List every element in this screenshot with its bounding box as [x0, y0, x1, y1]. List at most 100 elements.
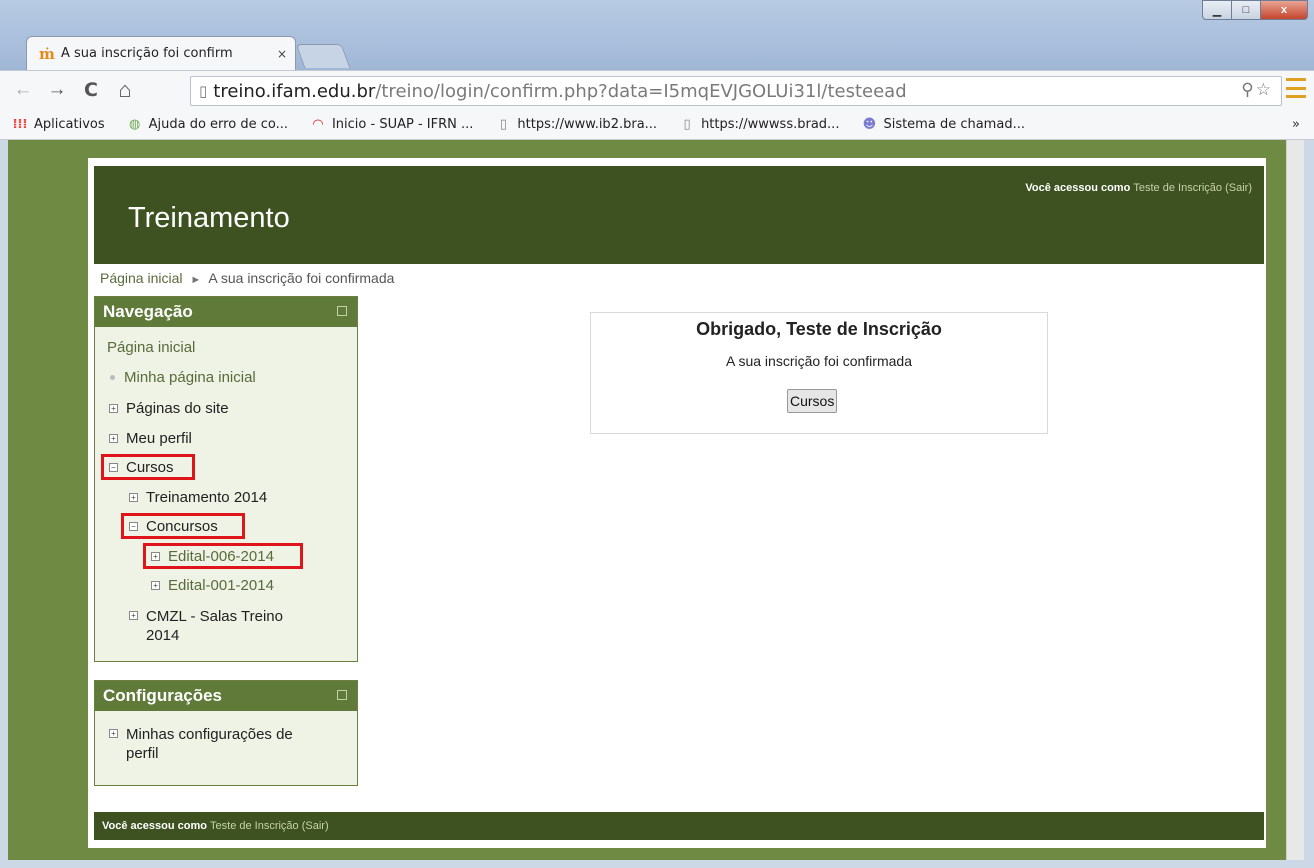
- page-icon: ▯: [683, 117, 691, 132]
- site-footer: Você acessou como Teste de Inscrição (Sa…: [94, 812, 1264, 840]
- settings-block-header: Configurações: [95, 681, 357, 711]
- nav-item-label: Treinamento 2014: [146, 489, 268, 506]
- highlight-box-contests: [121, 513, 245, 539]
- bookmark-item[interactable]: ⁞⁞⁞ Aplicativos: [12, 117, 105, 132]
- bookmark-item[interactable]: ◠ Inicio - SUAP - IFRN ...: [310, 117, 473, 132]
- browser-toolbar: ← → C ⌂ ▯ treino.ifam.edu.br/treino/logi…: [0, 70, 1314, 110]
- footer-user-link[interactable]: Teste de Inscrição: [210, 820, 299, 832]
- highlight-box-edital-006: [143, 543, 303, 569]
- settings-item-label-line1: Minhas configurações de: [126, 726, 293, 743]
- login-info: Você acessou como Teste de Inscrição (Sa…: [1025, 182, 1252, 194]
- nav-item-label-line1: CMZL - Salas Treino: [146, 608, 283, 625]
- tab-title: A sua inscrição foi confirm: [61, 46, 233, 61]
- logout-close: ): [1248, 182, 1252, 194]
- menu-icon[interactable]: [1286, 78, 1306, 98]
- footer-login-prefix: Você acessou como: [102, 820, 207, 832]
- bookmark-item[interactable]: ▯ https://www.ib2.bra...: [495, 117, 657, 132]
- bullet-icon: [110, 375, 115, 380]
- bookmark-label: Sistema de chamad...: [883, 117, 1025, 132]
- courses-button[interactable]: Cursos: [787, 389, 838, 413]
- url-path: /treino/login/confirm.php?data=I5mqEVJGO…: [375, 80, 907, 102]
- bookmark-label: https://wwwss.brad...: [701, 117, 840, 132]
- site-name[interactable]: Treinamento: [128, 202, 290, 235]
- nav-item-label-line2: 2014: [146, 627, 180, 644]
- zoom-star-icon[interactable]: ⚲☆: [1241, 80, 1273, 100]
- bookmarks-bar: ⁞⁞⁞ Aplicativos ◍ Ajuda do erro de co...…: [0, 110, 1314, 140]
- nav-item-cmzl[interactable]: + CMZL - Salas Treino 2014: [129, 607, 283, 645]
- bookmark-label: Ajuda do erro de co...: [148, 117, 288, 132]
- settings-item-label-line2: perfil: [126, 745, 159, 762]
- nav-item-my-home[interactable]: Minha página inicial: [107, 369, 256, 386]
- nav-item-my-profile[interactable]: + Meu perfil: [109, 430, 192, 447]
- nav-item-home[interactable]: Página inicial: [107, 339, 195, 356]
- suap-icon: ◠: [312, 117, 323, 132]
- forward-icon[interactable]: →: [44, 77, 70, 103]
- confirmation-message: A sua inscrição foi confirmada: [726, 353, 912, 369]
- settings-block-title: Configurações: [103, 686, 223, 705]
- expand-icon[interactable]: +: [109, 729, 118, 738]
- address-bar[interactable]: ▯ treino.ifam.edu.br/treino/login/confir…: [190, 76, 1282, 106]
- settings-item-label: Minhas configurações de perfil: [126, 725, 293, 763]
- expand-icon[interactable]: +: [129, 611, 138, 620]
- login-prefix: Você acessou como: [1025, 182, 1131, 194]
- footer-logout-link[interactable]: Sair: [305, 820, 325, 832]
- page-viewport: Treinamento Você acessou como Teste de I…: [8, 140, 1304, 860]
- bookmark-item[interactable]: ▯ https://wwwss.brad...: [679, 117, 839, 132]
- nav-item-label: Página inicial: [107, 339, 196, 356]
- nav-item-label: Páginas do site: [126, 400, 229, 417]
- nav-item-label: Edital-001-2014: [168, 577, 274, 594]
- support-icon: ☻: [862, 117, 877, 132]
- confirmation-heading: Obrigado, Teste de Inscrição: [696, 319, 942, 339]
- nav-item-site-pages[interactable]: + Páginas do site: [109, 400, 229, 417]
- url-host: treino.ifam.edu.br: [213, 80, 376, 102]
- expand-icon[interactable]: +: [151, 581, 160, 590]
- navigation-block: Navegação Página inicial Minha página in…: [94, 296, 358, 662]
- page-icon: ▯: [199, 82, 208, 100]
- expand-icon[interactable]: +: [109, 434, 118, 443]
- reload-icon[interactable]: C: [78, 77, 104, 103]
- back-icon[interactable]: ←: [10, 77, 36, 103]
- browser-tab-active[interactable]: ṁ A sua inscrição foi confirm ×: [26, 36, 296, 70]
- footer-logout-close: ): [324, 820, 329, 832]
- expand-icon[interactable]: +: [129, 493, 138, 502]
- bookmark-item[interactable]: ◍ Ajuda do erro de co...: [127, 117, 288, 132]
- highlight-box-courses: [101, 454, 195, 480]
- logout-link[interactable]: Sair: [1229, 182, 1249, 194]
- home-icon[interactable]: ⌂: [112, 77, 138, 103]
- bookmark-label: https://www.ib2.bra...: [517, 117, 658, 132]
- bookmark-item[interactable]: ☻ Sistema de chamad...: [861, 117, 1025, 132]
- browser-titlebar: ṁ A sua inscrição foi confirm × ▁ □ x: [0, 0, 1314, 70]
- vertical-scrollbar[interactable]: [1286, 140, 1304, 860]
- bookmark-label: Inicio - SUAP - IFRN ...: [331, 117, 474, 132]
- block-collapse-icon[interactable]: [337, 306, 347, 316]
- settings-item-profile[interactable]: + Minhas configurações de perfil: [109, 725, 293, 763]
- breadcrumb-current: A sua inscrição foi confirmada: [208, 270, 395, 286]
- bookmarks-more-icon[interactable]: »: [1292, 117, 1300, 132]
- nav-item-label: Meu perfil: [126, 430, 192, 447]
- breadcrumb: Página inicial ► A sua inscrição foi con…: [100, 270, 394, 286]
- site-header: Treinamento Você acessou como Teste de I…: [94, 166, 1264, 264]
- breadcrumb-separator-icon: ►: [190, 274, 202, 286]
- maximize-button[interactable]: □: [1231, 0, 1261, 20]
- close-window-button[interactable]: x: [1260, 0, 1308, 20]
- nav-item-edital-001[interactable]: + Edital-001-2014: [151, 577, 274, 594]
- apps-icon: ⁞⁞⁞: [12, 117, 28, 132]
- minimize-button[interactable]: ▁: [1202, 0, 1232, 20]
- confirmation-box: Obrigado, Teste de Inscrição A sua inscr…: [590, 312, 1048, 434]
- moodle-favicon-icon: ṁ: [39, 44, 55, 63]
- help-icon: ◍: [128, 117, 141, 132]
- window-controls: ▁ □ x: [1202, 0, 1308, 20]
- nav-item-training-2014[interactable]: + Treinamento 2014: [129, 489, 267, 506]
- nav-item-label: CMZL - Salas Treino 2014: [146, 607, 283, 645]
- breadcrumb-home-link[interactable]: Página inicial: [100, 270, 183, 286]
- page-icon: ▯: [499, 117, 507, 132]
- block-collapse-icon[interactable]: [337, 690, 347, 700]
- expand-icon[interactable]: +: [109, 404, 118, 413]
- nav-item-label: Minha página inicial: [124, 369, 256, 386]
- user-profile-link[interactable]: Teste de Inscrição: [1133, 182, 1222, 194]
- new-tab-button[interactable]: [295, 44, 351, 68]
- bookmark-label: Aplicativos: [34, 117, 105, 132]
- tab-close-icon[interactable]: ×: [277, 47, 295, 61]
- navigation-block-title: Navegação: [103, 302, 193, 321]
- navigation-block-header: Navegação: [95, 297, 357, 327]
